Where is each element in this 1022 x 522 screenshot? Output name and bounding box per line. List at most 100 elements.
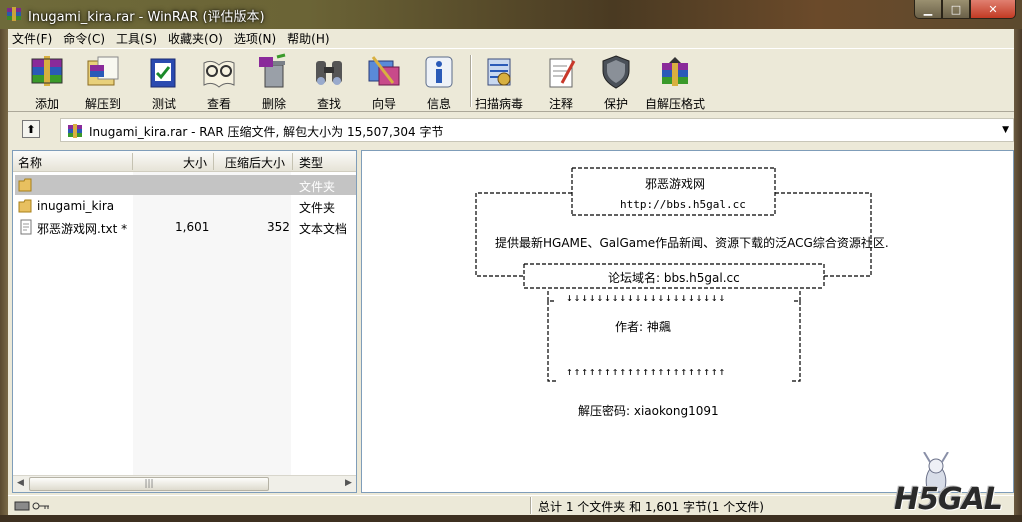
up-arrow-icon: ⬆ — [26, 122, 36, 136]
protect-button[interactable]: 保护 — [589, 53, 643, 111]
find-icon — [316, 61, 342, 85]
table-row[interactable]: 邪恶游戏网.txt * 1,601 352 文本文档 — [15, 217, 356, 237]
delete-label: 删除 — [261, 97, 286, 111]
virus-scan-icon — [487, 58, 511, 86]
close-button[interactable]: ✕ — [970, 0, 1016, 19]
comment-down-arrows: ↓↓↓↓↓↓↓↓↓↓↓↓↓↓↓↓↓↓↓↓↓ — [566, 291, 727, 304]
address-bar: ⬆ Inugami_kira.rar - RAR 压缩文件, 解包大小为 15,… — [8, 115, 1014, 145]
comment-icon — [549, 58, 576, 88]
table-row[interactable]: inugami_kira 文件夹 — [15, 196, 356, 216]
view-label: 查看 — [206, 97, 231, 111]
virus-scan-button[interactable]: 扫描病毒 — [469, 53, 529, 111]
folder-icon — [18, 178, 32, 192]
comment-author: 作者: 神飆 — [615, 320, 671, 334]
menu-options[interactable]: 选项(N) — [234, 30, 276, 47]
file-type: 文件夹 — [299, 180, 336, 194]
column-size[interactable]: 大小 — [183, 154, 207, 171]
window-title: Inugami_kira.rar - WinRAR (评估版本) — [28, 10, 265, 25]
watermark-text: H5GAL — [894, 482, 1003, 517]
minimize-icon: ▁ — [923, 2, 933, 16]
file-list-header: 名称 大小 压缩后大小 类型 — [13, 151, 356, 172]
add-archive-icon — [31, 56, 63, 86]
find-button[interactable]: 查找 — [302, 53, 356, 111]
window-border-bottom — [0, 515, 1022, 522]
wizard-label: 向导 — [371, 97, 396, 111]
info-icon — [425, 56, 453, 88]
file-name: inugami_kira — [37, 199, 115, 213]
test-label: 测试 — [151, 97, 176, 111]
file-name: 邪恶游戏网.txt * — [37, 222, 128, 236]
scroll-left-icon[interactable]: ◀ — [17, 478, 24, 488]
sfx-label: 自解压格式 — [644, 97, 705, 111]
winrar-window: Inugami_kira.rar - WinRAR (评估版本) ▁ □ ✕ 文… — [0, 0, 1022, 522]
column-type[interactable]: 类型 — [299, 154, 323, 171]
maximize-button[interactable]: □ — [942, 0, 970, 19]
delete-icon — [259, 53, 286, 88]
table-row[interactable]: 文件夹 — [15, 175, 356, 195]
find-label: 查找 — [316, 97, 341, 111]
up-one-level-button[interactable]: ⬆ — [22, 120, 40, 138]
test-icon — [150, 58, 176, 88]
menu-file[interactable]: 文件(F) — [12, 30, 52, 47]
sfx-icon — [662, 57, 688, 86]
extract-to-label: 解压到 — [84, 97, 121, 111]
window-border-right — [1014, 29, 1022, 522]
status-text: 总计 1 个文件夹 和 1,601 字节(1 个文件) — [538, 500, 764, 514]
menu-commands[interactable]: 命令(C) — [63, 30, 105, 47]
extract-to-icon — [87, 56, 119, 86]
wizard-icon — [368, 56, 400, 86]
menu-favorites[interactable]: 收藏夹(O) — [168, 30, 223, 47]
comment-preview-panel: 邪恶游戏网 http://bbs.h5gal.cc 提供最新HGAME、GalG… — [361, 150, 1014, 493]
comment-forum-domain: 论坛域名: bbs.h5gal.cc — [608, 271, 740, 285]
wizard-button[interactable]: 向导 — [357, 53, 411, 111]
add-button[interactable]: 添加 — [20, 53, 74, 111]
toolbar: 添加 解压到 测试 查看 删除 查找 向导 信息 扫描病毒 注释 保护 自解压格… — [8, 48, 1014, 112]
info-button[interactable]: 信息 — [412, 53, 466, 111]
scroll-right-icon[interactable]: ▶ — [345, 478, 352, 488]
comment-label: 注释 — [548, 97, 573, 111]
scroll-thumb[interactable]: ||| — [29, 477, 269, 491]
minimize-button[interactable]: ▁ — [914, 0, 942, 19]
menu-bar: 文件(F) 命令(C) 工具(S) 收藏夹(O) 选项(N) 帮助(H) — [8, 29, 1014, 48]
address-field[interactable]: Inugami_kira.rar - RAR 压缩文件, 解包大小为 15,50… — [60, 118, 1014, 142]
window-border-left — [0, 29, 8, 522]
view-icon — [203, 60, 235, 88]
column-name[interactable]: 名称 — [18, 154, 42, 171]
comment-up-arrows: ↑↑↑↑↑↑↑↑↑↑↑↑↑↑↑↑↑↑↑↑↑ — [566, 365, 727, 378]
virus-scan-label: 扫描病毒 — [474, 97, 523, 111]
extract-to-button[interactable]: 解压到 — [76, 53, 130, 111]
protect-icon — [602, 55, 630, 89]
info-label: 信息 — [426, 97, 451, 111]
add-label: 添加 — [34, 97, 59, 111]
menu-tools[interactable]: 工具(S) — [116, 30, 157, 47]
text-file-icon — [20, 219, 32, 235]
delete-button[interactable]: 删除 — [247, 53, 301, 111]
address-text: Inugami_kira.rar - RAR 压缩文件, 解包大小为 15,50… — [89, 125, 444, 139]
comment-description: 提供最新HGAME、GalGame作品新闻、资源下载的泛ACG综合资源社区. — [495, 236, 889, 250]
status-key-icon — [14, 501, 49, 511]
close-icon: ✕ — [988, 2, 998, 16]
maximize-icon: □ — [950, 2, 962, 16]
file-type: 文本文档 — [299, 222, 348, 236]
folder-icon — [18, 199, 32, 213]
status-bar: 总计 1 个文件夹 和 1,601 字节(1 个文件) — [8, 495, 1014, 515]
winrar-app-icon — [7, 7, 21, 21]
dropdown-arrow-icon[interactable]: ▼ — [1002, 125, 1009, 135]
horizontal-scrollbar[interactable]: ◀ ||| ▶ — [13, 475, 356, 492]
rar-archive-icon — [68, 124, 82, 138]
comment-site-url: http://bbs.h5gal.cc — [620, 198, 746, 211]
menu-help[interactable]: 帮助(H) — [287, 30, 329, 47]
sfx-button[interactable]: 自解压格式 — [640, 53, 710, 111]
comment-button[interactable]: 注释 — [534, 53, 588, 111]
comment-password: 解压密码: xiaokong1091 — [578, 404, 719, 418]
h5gal-watermark: H5GAL — [888, 452, 1018, 520]
file-type: 文件夹 — [299, 201, 336, 215]
file-size: 1,601 — [175, 220, 210, 234]
test-button[interactable]: 测试 — [137, 53, 191, 111]
title-bar[interactable]: Inugami_kira.rar - WinRAR (评估版本) ▁ □ ✕ — [0, 0, 1022, 29]
comment-site-name: 邪恶游戏网 — [645, 177, 706, 191]
view-button[interactable]: 查看 — [192, 53, 246, 111]
protect-label: 保护 — [603, 97, 628, 111]
file-list[interactable]: 名称 大小 压缩后大小 类型 文件夹 inugami_kira 文件夹 邪恶游戏… — [12, 150, 357, 493]
column-packed-size[interactable]: 压缩后大小 — [225, 154, 285, 171]
